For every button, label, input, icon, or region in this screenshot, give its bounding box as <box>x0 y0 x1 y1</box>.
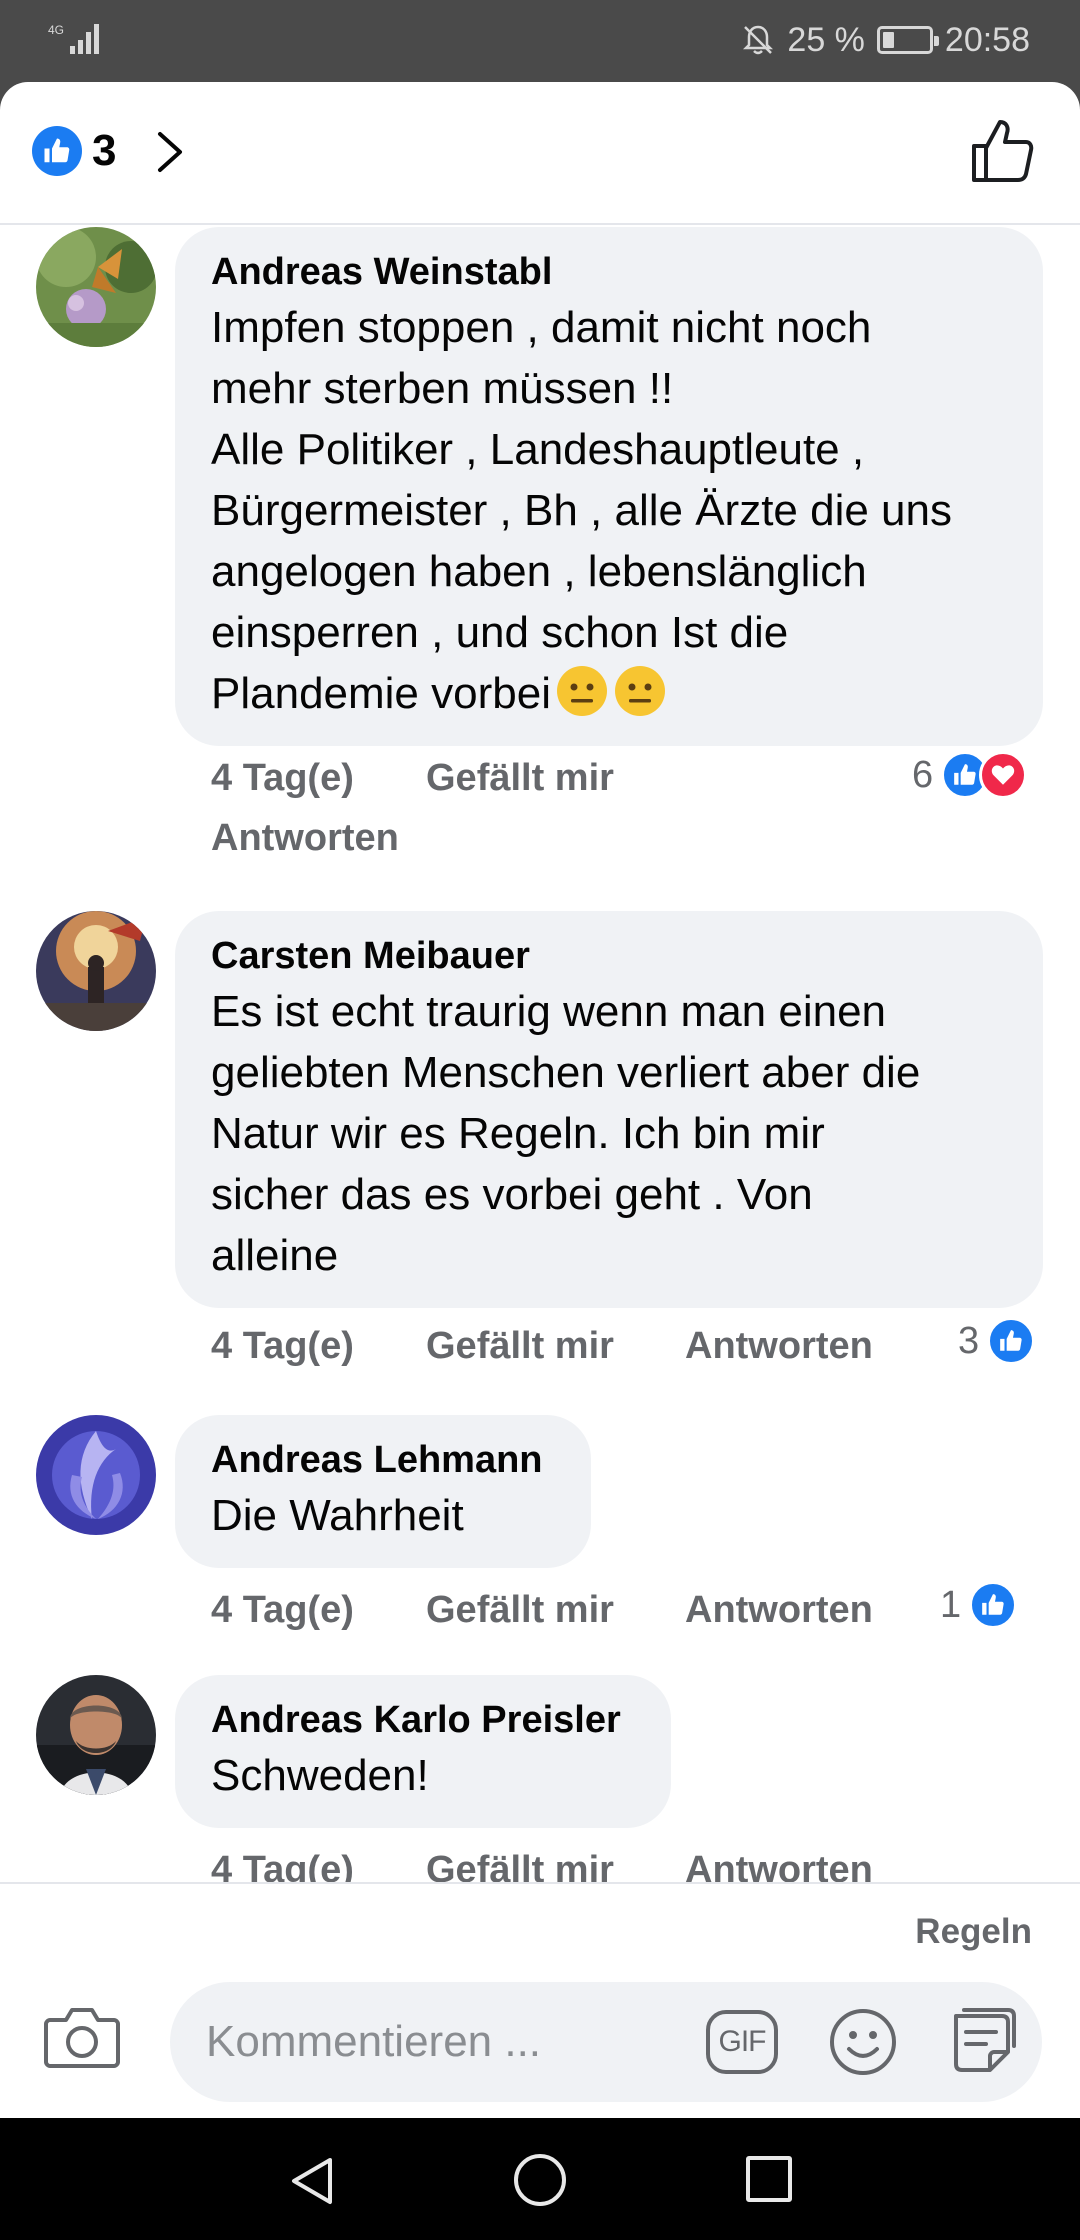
comment-bubble[interactable]: Carsten Meibauer Es ist echt traurig wen… <box>175 911 1043 1308</box>
comment-text: Schweden! <box>211 1751 429 1800</box>
like-badge-icon[interactable] <box>32 126 82 176</box>
like-reaction-icon <box>987 1317 1036 1365</box>
comment-bubble[interactable]: Andreas Karlo Preisler Schweden! <box>175 1675 671 1828</box>
reply-button[interactable]: Antworten <box>685 1323 873 1369</box>
reaction-summary[interactable]: 3 <box>958 1317 1036 1365</box>
clock: 20:58 <box>944 20 1030 59</box>
like-comment-button[interactable]: Gefällt mir <box>426 1847 614 1882</box>
battery-level-fill <box>882 32 894 48</box>
neutral-face-emoji-icon <box>614 666 665 716</box>
neutral-face-emoji-icon <box>556 666 607 716</box>
system-navigation-bar <box>0 2118 1080 2240</box>
reaction-count: 3 <box>958 1319 980 1362</box>
avatar[interactable] <box>36 227 156 347</box>
recents-square-icon[interactable] <box>746 2156 792 2202</box>
comment-bubble[interactable]: Andreas Weinstabl Impfen stoppen , damit… <box>175 227 1043 746</box>
avatar[interactable] <box>36 1415 156 1535</box>
back-triangle-icon[interactable] <box>286 2154 338 2208</box>
comment-author[interactable]: Andreas Lehmann <box>211 1435 555 1485</box>
gif-icon[interactable]: GIF <box>706 2010 778 2074</box>
comment-input[interactable] <box>206 2012 686 2072</box>
comment-time: 4 Tag(e) <box>211 1325 354 1367</box>
avatar[interactable] <box>36 911 156 1031</box>
comment-text: Die Wahrheit <box>211 1491 464 1540</box>
comment-author[interactable]: Andreas Karlo Preisler <box>211 1695 635 1745</box>
comment-input-container: GIF <box>170 1982 1042 2102</box>
reply-button[interactable]: Antworten <box>685 1587 873 1633</box>
like-reaction-icon <box>969 1581 1018 1629</box>
sticker-icon[interactable] <box>946 2006 1018 2078</box>
comment-time: 4 Tag(e) <box>211 1849 354 1882</box>
signal-icon: 4G <box>48 23 99 54</box>
comments-sheet: 3 Andreas Weinstabl Impfen stoppen , dam… <box>0 82 1080 2118</box>
network-type: 4G <box>48 23 64 37</box>
reply-button[interactable]: Antworten <box>211 815 399 861</box>
rules-link[interactable]: Regeln <box>915 1912 1032 1952</box>
like-comment-button[interactable]: Gefällt mir <box>426 755 614 801</box>
like-count[interactable]: 3 <box>92 126 116 176</box>
reply-button[interactable]: Antworten <box>685 1847 873 1882</box>
comment-bubble[interactable]: Andreas Lehmann Die Wahrheit <box>175 1415 591 1568</box>
reaction-summary[interactable]: 1 <box>940 1581 1018 1629</box>
avatar[interactable] <box>36 1675 156 1795</box>
sheet-header: 3 <box>0 82 1080 225</box>
chevron-right-icon[interactable] <box>150 128 190 176</box>
like-comment-button[interactable]: Gefällt mir <box>426 1587 614 1633</box>
comment-composer: Regeln GIF <box>0 1882 1080 2118</box>
comment-text: Impfen stoppen , damit nicht noch mehr s… <box>211 303 952 718</box>
reaction-summary[interactable]: 6 <box>912 751 1028 799</box>
smiley-icon[interactable] <box>828 2007 898 2077</box>
like-comment-button[interactable]: Gefällt mir <box>426 1323 614 1369</box>
status-bar: 4G 25 % 20:58 <box>0 0 1080 82</box>
thumbs-up-outline-icon[interactable] <box>970 118 1034 184</box>
comment-text: Es ist echt traurig wenn man einen gelie… <box>211 987 921 1280</box>
camera-icon[interactable] <box>44 2004 120 2070</box>
comment-author[interactable]: Carsten Meibauer <box>211 931 1007 981</box>
reaction-count: 1 <box>940 1583 962 1626</box>
mute-bell-icon <box>743 25 774 55</box>
battery-percent: 25 % <box>787 20 865 59</box>
comment-list[interactable]: Andreas Weinstabl Impfen stoppen , damit… <box>0 227 1080 1882</box>
reaction-count: 6 <box>912 753 934 796</box>
comment-time: 4 Tag(e) <box>211 1589 354 1631</box>
comment-time: 4 Tag(e) <box>211 757 354 799</box>
comment-author[interactable]: Andreas Weinstabl <box>211 247 1007 297</box>
battery-icon <box>876 26 939 54</box>
home-circle-icon[interactable] <box>514 2154 566 2206</box>
love-reaction-icon <box>979 751 1028 799</box>
